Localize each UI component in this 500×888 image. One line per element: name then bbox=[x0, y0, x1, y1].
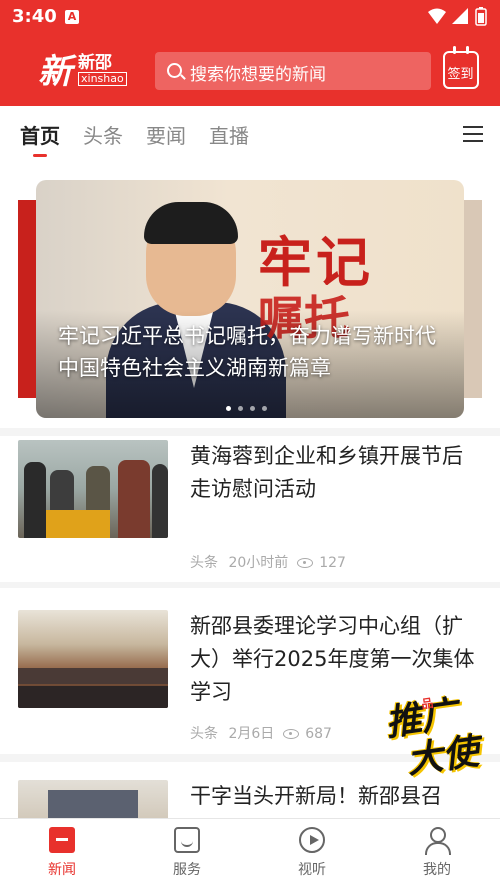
app-header: 3:40 A 新 新邵 xinshao 搜索你想要的新闻 签到 bbox=[0, 0, 500, 106]
nav-label: 我的 bbox=[423, 862, 451, 878]
nav-label: 新闻 bbox=[48, 862, 76, 878]
tab-major-news[interactable]: 要闻 bbox=[146, 120, 186, 149]
status-time: 3:40 bbox=[12, 6, 57, 27]
news-icon bbox=[49, 827, 75, 853]
views-eye-icon bbox=[282, 729, 299, 739]
status-indicators bbox=[428, 7, 487, 26]
news-thumbnail bbox=[18, 780, 168, 818]
news-thumbnail bbox=[18, 610, 168, 708]
news-source: 头条 bbox=[190, 726, 218, 742]
service-icon bbox=[174, 827, 200, 853]
news-time: 2月6日 bbox=[228, 726, 275, 742]
carousel-dot bbox=[262, 406, 267, 411]
news-meta: 头条 20小时前 127 bbox=[190, 552, 346, 572]
logo-pinyin: xinshao bbox=[78, 72, 127, 86]
nav-label: 视听 bbox=[298, 862, 326, 878]
bottom-navigation: 新闻 服务 视听 我的 bbox=[0, 818, 500, 888]
signal-icon bbox=[452, 8, 468, 24]
nav-news[interactable]: 新闻 bbox=[22, 827, 102, 879]
views-eye-icon bbox=[296, 558, 313, 568]
checkin-button[interactable]: 签到 bbox=[443, 46, 479, 89]
news-time: 20小时前 bbox=[228, 555, 289, 571]
carousel-prev-card[interactable] bbox=[18, 200, 38, 398]
carousel-dot bbox=[250, 406, 255, 411]
app-notification-icon: A bbox=[65, 10, 79, 24]
carousel-indicator bbox=[226, 396, 274, 411]
nav-services[interactable]: 服务 bbox=[147, 827, 227, 879]
news-meta: 头条 2月6日 687 bbox=[190, 723, 332, 743]
news-list-item[interactable]: 黄海蓉到企业和乡镇开展节后走访慰问活动 头条 20小时前 127 bbox=[0, 436, 500, 582]
search-placeholder: 搜索你想要的新闻 bbox=[190, 65, 326, 85]
menu-icon[interactable] bbox=[463, 126, 483, 144]
news-views: 687 bbox=[305, 726, 332, 742]
tab-live[interactable]: 直播 bbox=[209, 120, 249, 149]
checkin-label: 签到 bbox=[447, 67, 474, 82]
logo-name: 新邵 bbox=[78, 53, 112, 73]
tab-home[interactable]: 首页 bbox=[20, 120, 60, 149]
video-play-icon bbox=[299, 827, 325, 853]
channel-tabs: 首页 头条 要闻 直播 bbox=[0, 106, 500, 164]
news-views: 127 bbox=[319, 555, 346, 571]
badge-small-mark: 品 bbox=[420, 695, 435, 712]
carousel-dot bbox=[226, 406, 231, 411]
active-tab-indicator bbox=[33, 154, 47, 157]
banner-caption: 牢记习近平总书记嘱托，奋力谱写新时代中国特色社会主义湖南新篇章 bbox=[58, 324, 436, 380]
news-thumbnail bbox=[18, 440, 168, 538]
carousel-dot bbox=[238, 406, 243, 411]
app-logo: 新 新邵 xinshao bbox=[38, 44, 128, 92]
status-bar: 3:40 A bbox=[0, 0, 500, 36]
wifi-icon bbox=[428, 8, 446, 24]
search-input[interactable]: 搜索你想要的新闻 bbox=[155, 52, 431, 90]
battery-icon bbox=[475, 7, 487, 26]
tab-headlines[interactable]: 头条 bbox=[83, 120, 123, 149]
news-title: 干字当头开新局！新邵县召 bbox=[190, 784, 442, 808]
nav-label: 服务 bbox=[173, 862, 201, 878]
news-title: 黄海蓉到企业和乡镇开展节后走访慰问活动 bbox=[190, 444, 463, 501]
news-source: 头条 bbox=[190, 555, 218, 571]
search-icon bbox=[167, 63, 182, 78]
banner-slide[interactable]: 牢记 嘱托 牢记习近平总书记嘱托，奋力谱写新时代中国特色社会主义湖南新篇章 bbox=[36, 180, 464, 418]
badge-line2: 大使 bbox=[404, 731, 482, 782]
carousel-next-card[interactable] bbox=[462, 200, 482, 398]
promo-ambassador-badge[interactable]: 推广 品 大使 bbox=[380, 682, 489, 782]
nav-profile[interactable]: 我的 bbox=[397, 827, 477, 879]
logo-mark: 新 bbox=[38, 52, 72, 92]
nav-video[interactable]: 视听 bbox=[272, 827, 352, 879]
profile-icon bbox=[424, 827, 451, 855]
banner-carousel: 牢记 嘱托 牢记习近平总书记嘱托，奋力谱写新时代中国特色社会主义湖南新篇章 bbox=[0, 164, 500, 428]
